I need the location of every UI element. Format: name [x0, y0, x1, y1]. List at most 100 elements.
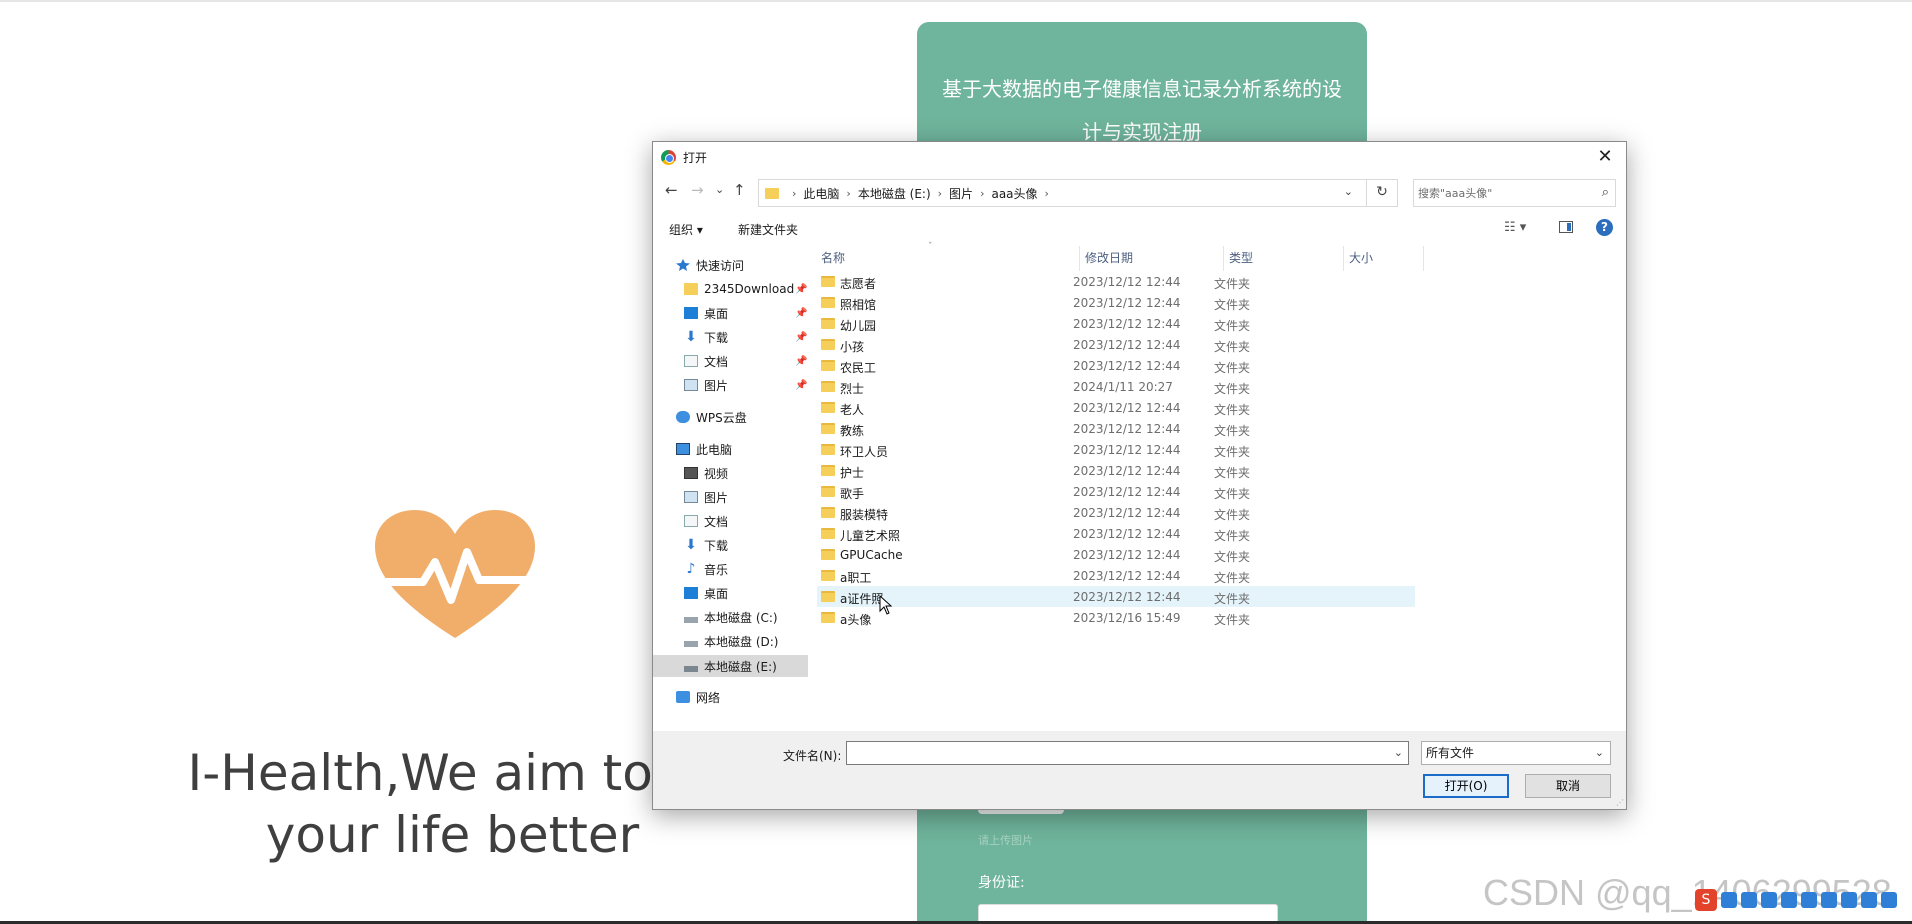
view-options-icon[interactable]: ☷ ▾ — [1504, 220, 1526, 235]
cancel-button[interactable]: 取消 — [1525, 774, 1611, 798]
slogan-line-2: your life better — [265, 806, 640, 864]
forward-arrow-icon[interactable]: → — [691, 181, 704, 199]
nav-label: WPS云盘 — [696, 410, 747, 425]
nav-videos[interactable]: 视频 — [684, 463, 728, 483]
breadcrumb-item[interactable]: 图片 — [949, 185, 973, 202]
tray-icon[interactable] — [1741, 892, 1757, 908]
file-type: 文件夹 — [1214, 403, 1251, 417]
file-row[interactable]: 小孩 2023/12/12 12:44 文件夹 — [817, 334, 1415, 355]
file-row[interactable]: 歌手 2023/12/12 12:44 文件夹 — [817, 481, 1415, 502]
file-row[interactable]: 教练 2023/12/12 12:44 文件夹 — [817, 418, 1415, 439]
nav-drive-e[interactable]: 本地磁盘 (E:) — [653, 655, 808, 677]
chevron-right-icon[interactable]: › — [938, 187, 942, 200]
resize-grip-icon[interactable]: ⋰ — [1616, 798, 1624, 807]
organize-menu[interactable]: 组织 ▾ — [669, 221, 703, 238]
file-row[interactable]: 护士 2023/12/12 12:44 文件夹 — [817, 460, 1415, 481]
column-header-size[interactable]: 大小 — [1344, 246, 1424, 271]
nav-documents-pc[interactable]: 文档 — [684, 511, 728, 531]
close-button[interactable]: ✕ — [1592, 145, 1618, 169]
open-button[interactable]: 打开(O) — [1423, 774, 1509, 798]
filetype-select[interactable]: 所有文件 ⌄ — [1421, 741, 1611, 765]
refresh-icon[interactable]: ↻ — [1366, 179, 1397, 207]
nav-documents[interactable]: 文档 — [684, 351, 728, 371]
search-input[interactable] — [1418, 184, 1588, 202]
help-icon[interactable]: ? — [1596, 219, 1613, 236]
file-row[interactable]: a证件照 2023/12/12 12:44 文件夹 — [817, 586, 1415, 607]
nav-2345download[interactable]: 2345Download — [684, 279, 794, 299]
chevron-right-icon[interactable]: › — [1045, 187, 1049, 200]
file-date: 2023/12/12 12:44 — [1073, 422, 1181, 436]
nav-pictures-pc[interactable]: 图片 — [684, 487, 728, 507]
file-row[interactable]: 幼儿园 2023/12/12 12:44 文件夹 — [817, 313, 1415, 334]
back-arrow-icon[interactable]: ← — [665, 181, 678, 199]
file-row[interactable]: 烈士 2024/1/11 20:27 文件夹 — [817, 376, 1415, 397]
preview-pane-icon[interactable] — [1559, 221, 1573, 233]
file-row[interactable]: 老人 2023/12/12 12:44 文件夹 — [817, 397, 1415, 418]
folder-icon — [821, 360, 835, 371]
breadcrumb-item[interactable]: 本地磁盘 (E:) — [858, 185, 931, 202]
filename-input[interactable] — [851, 743, 1381, 763]
chevron-down-icon[interactable]: ⌄ — [1394, 746, 1403, 759]
nav-pictures[interactable]: 图片 — [684, 375, 728, 395]
nav-label: 音乐 — [704, 562, 729, 577]
page-top-border — [0, 0, 1912, 2]
file-date: 2023/12/12 12:44 — [1073, 527, 1181, 541]
file-row[interactable]: 农民工 2023/12/12 12:44 文件夹 — [817, 355, 1415, 376]
file-row[interactable]: 儿童艺术照 2023/12/12 12:44 文件夹 — [817, 523, 1415, 544]
up-arrow-icon[interactable]: ↑ — [733, 181, 746, 199]
nav-label: 图片 — [704, 490, 729, 505]
breadcrumb-item[interactable]: aaa头像 — [991, 185, 1037, 202]
column-header-date[interactable]: 修改日期 — [1080, 246, 1224, 271]
address-bar[interactable]: › 此电脑 › 本地磁盘 (E:) › 图片 › aaa头像 › ⌄ ↻ — [758, 179, 1398, 207]
nav-downloads-pc[interactable]: ⬇ 下载 — [684, 535, 728, 555]
nav-network[interactable]: 网络 — [676, 687, 720, 707]
file-date: 2023/12/12 12:44 — [1073, 401, 1181, 415]
file-row[interactable]: 服装模特 2023/12/12 12:44 文件夹 — [817, 502, 1415, 523]
file-date: 2023/12/12 12:44 — [1073, 548, 1181, 562]
chevron-down-icon: ⌄ — [1594, 746, 1604, 759]
chevron-right-icon[interactable]: › — [846, 187, 850, 200]
tray-icon[interactable] — [1781, 892, 1797, 908]
nav-wps-cloud[interactable]: WPS云盘 — [676, 407, 747, 427]
file-row[interactable]: a职工 2023/12/12 12:44 文件夹 — [817, 565, 1415, 586]
tray-icon[interactable] — [1761, 892, 1777, 908]
file-row[interactable]: 环卫人员 2023/12/12 12:44 文件夹 — [817, 439, 1415, 460]
file-date: 2023/12/12 12:44 — [1073, 338, 1181, 352]
tray-icon[interactable] — [1861, 892, 1877, 908]
nav-drive-d[interactable]: 本地磁盘 (D:) — [684, 631, 778, 651]
drive-icon — [684, 641, 698, 647]
chevron-right-icon[interactable]: › — [980, 187, 984, 200]
recent-locations-icon[interactable]: ⌄ — [715, 183, 724, 196]
nav-music[interactable]: ♪ 音乐 — [684, 559, 728, 579]
nav-desktop-pc[interactable]: 桌面 — [684, 583, 728, 603]
nav-label: 视频 — [704, 466, 729, 481]
nav-label: 本地磁盘 (D:) — [704, 634, 779, 649]
folder-icon — [821, 318, 835, 329]
tray-icon[interactable] — [1721, 892, 1737, 908]
folder-icon — [821, 423, 835, 434]
tray-icon[interactable] — [1821, 892, 1837, 908]
file-row[interactable]: 照相馆 2023/12/12 12:44 文件夹 — [817, 292, 1415, 313]
file-row[interactable]: a头像 2023/12/16 15:49 文件夹 — [817, 607, 1415, 628]
file-list: ˇ 名称 修改日期 类型 大小 志愿者 2023/12/12 12:44 文件夹 照… — [816, 242, 1626, 711]
new-folder-button[interactable]: 新建文件夹 — [738, 221, 798, 238]
column-header-type[interactable]: 类型 — [1224, 246, 1344, 271]
file-row[interactable]: GPUCache 2023/12/12 12:44 文件夹 — [817, 544, 1415, 565]
chevron-down-icon[interactable]: ⌄ — [1344, 185, 1353, 198]
folder-icon — [821, 570, 835, 581]
column-header-name[interactable]: 名称 — [816, 246, 1080, 271]
file-type: 文件夹 — [1214, 424, 1251, 438]
file-row[interactable]: 志愿者 2023/12/12 12:44 文件夹 — [817, 271, 1415, 292]
network-icon — [676, 691, 690, 703]
tray-icon[interactable] — [1841, 892, 1857, 908]
nav-desktop[interactable]: 桌面 — [684, 303, 728, 323]
breadcrumb-item[interactable]: 此电脑 — [803, 185, 839, 202]
nav-this-pc[interactable]: 此电脑 — [676, 439, 732, 459]
nav-quick-access[interactable]: 快速访问 — [676, 255, 744, 275]
tray-icon[interactable] — [1881, 892, 1897, 908]
nav-drive-c[interactable]: 本地磁盘 (C:) — [684, 607, 778, 627]
ime-icon[interactable]: S — [1695, 889, 1717, 911]
search-icon[interactable]: ⌕ — [1602, 185, 1609, 200]
tray-icon[interactable] — [1801, 892, 1817, 908]
nav-downloads[interactable]: ⬇ 下载 — [684, 327, 728, 347]
